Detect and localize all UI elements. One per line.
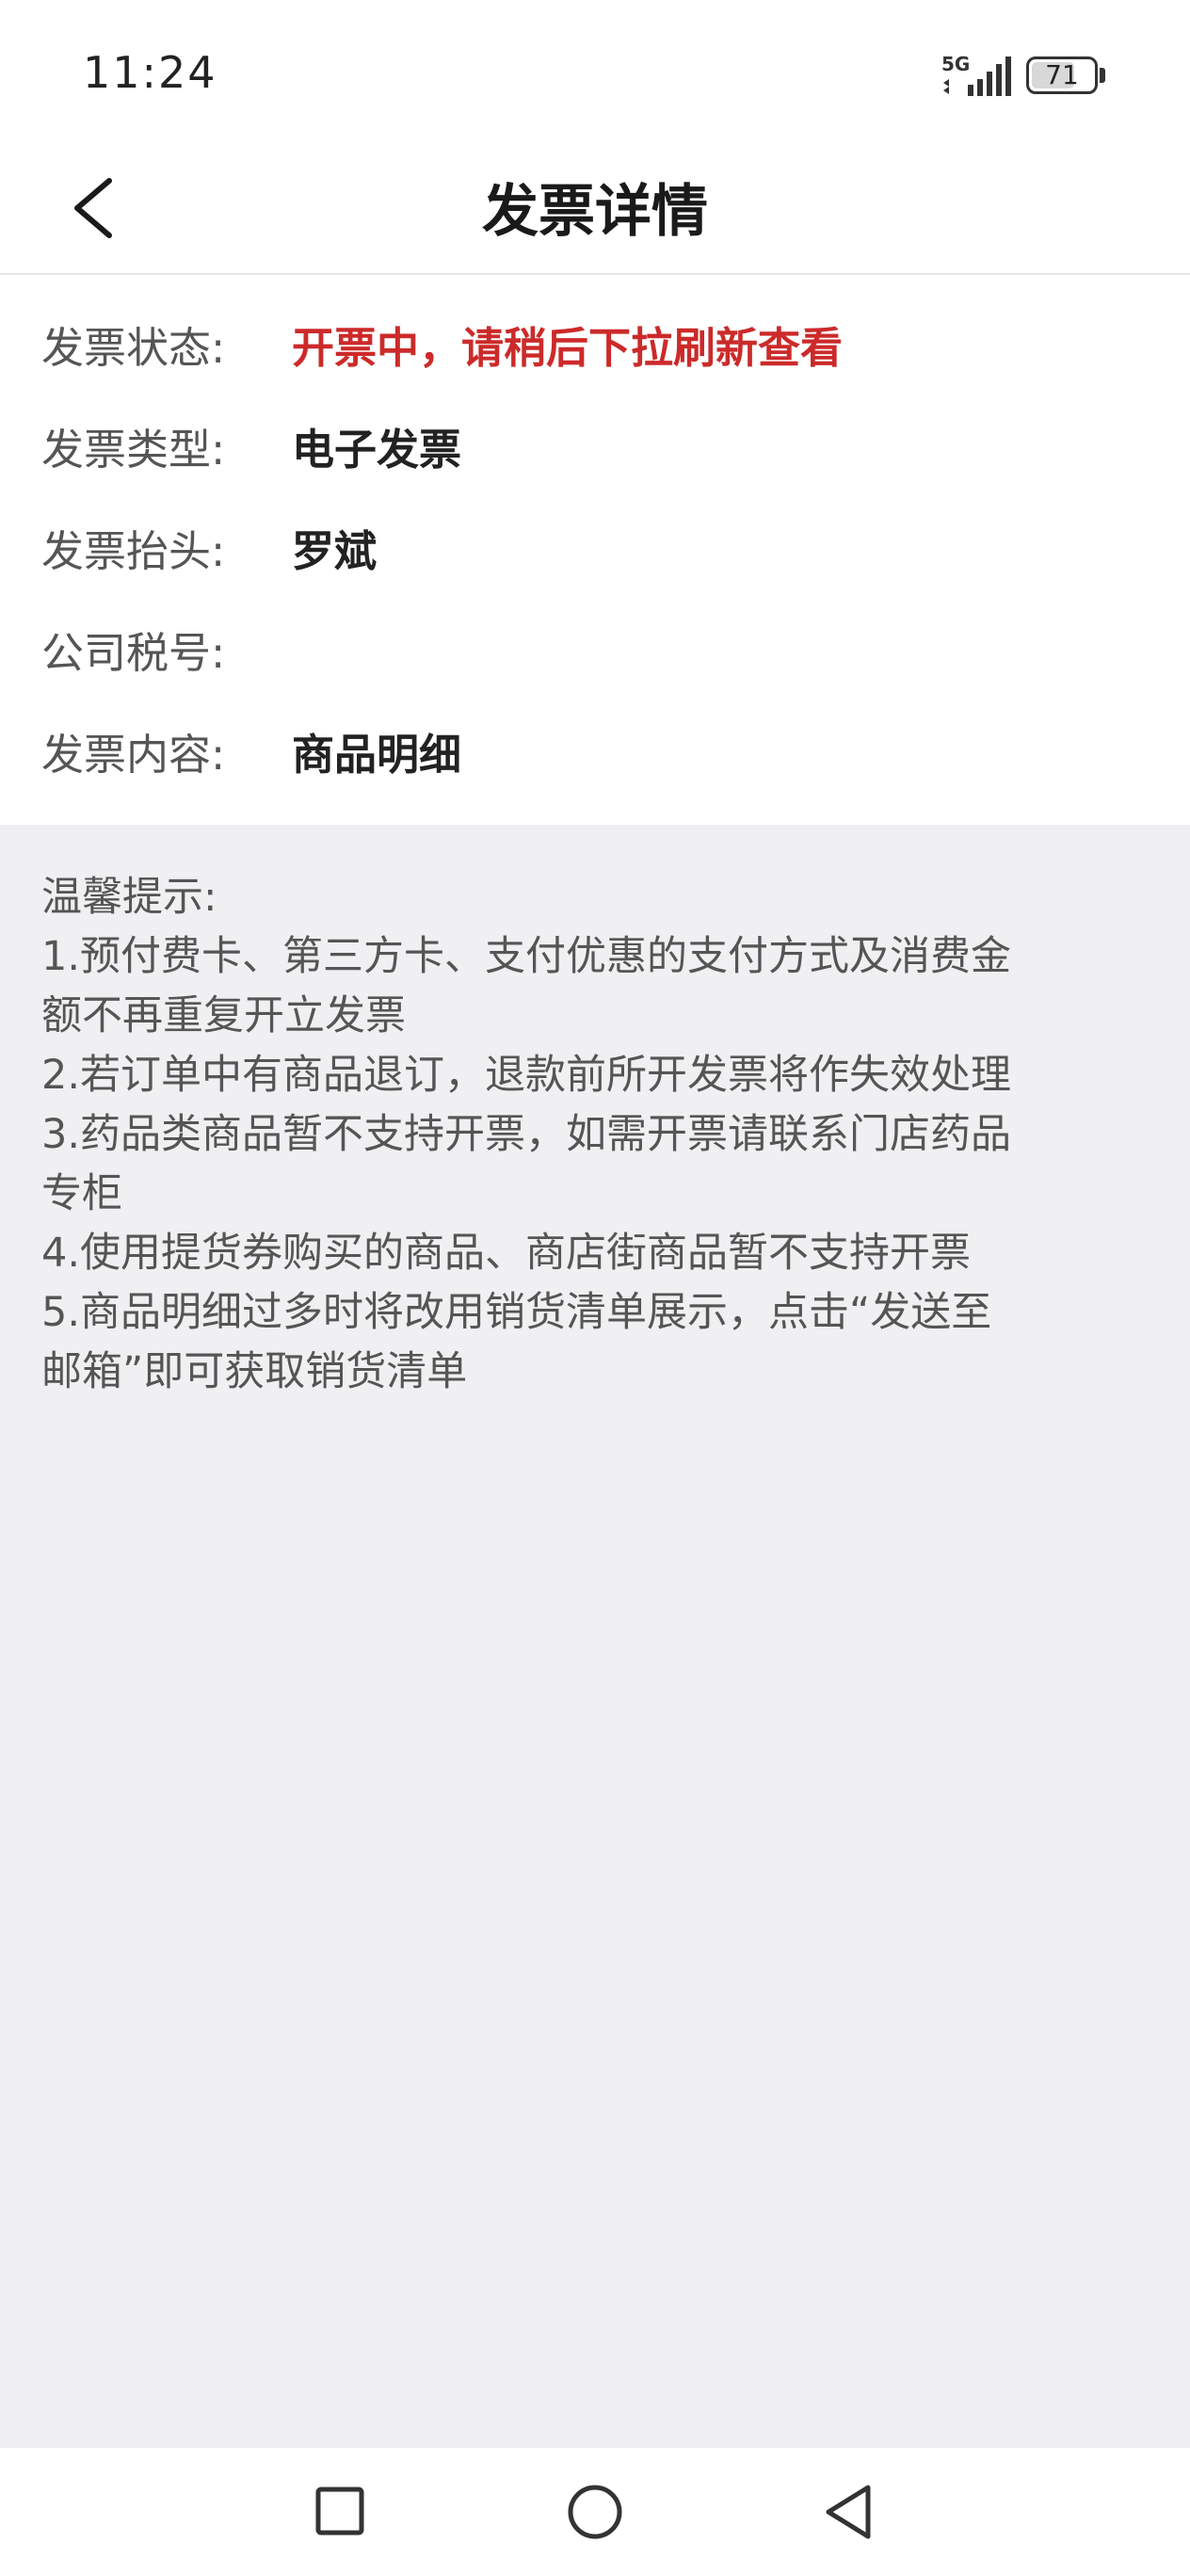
status-bar: 11:24 5G 71 [0, 0, 1190, 151]
invoice-type-row: 发票类型: 电子发票 [41, 412, 1152, 488]
tip-line: 1.预付费卡、第三方卡、支付优惠的支付方式及消费金 [41, 933, 1012, 980]
tips-title: 温馨提示: [41, 874, 217, 921]
battery-icon: 71 [1026, 56, 1098, 94]
invoice-title-label: 发票抬头: [41, 526, 226, 576]
status-time: 11:24 [83, 47, 217, 98]
invoice-info: 发票状态: 开票中，请稍后下拉刷新查看 发票类型: 电子发票 发票抬头: 罗斌 … [0, 275, 1190, 825]
signal-bars-icon [943, 56, 1011, 96]
company-tax-label: 公司税号: [41, 628, 226, 678]
square-icon [315, 2487, 364, 2536]
triangle-back-icon [826, 2485, 871, 2539]
invoice-status-value: 开票中，请稍后下拉刷新查看 [292, 323, 844, 373]
tip-line: 4.使用提货券购买的商品、商店街商品暂不支持开票 [41, 1230, 972, 1277]
invoice-status-row: 发票状态: 开票中，请稍后下拉刷新查看 [41, 311, 1152, 386]
page-title: 发票详情 [482, 179, 708, 245]
tip-line: 额不再重复开立发票 [41, 992, 406, 1039]
tip-line: 3.药品类商品暂不支持开票，如需开票请联系门店药品 [41, 1111, 1012, 1158]
tip-line: 邮箱”即可获取销货清单 [41, 1348, 468, 1395]
tip-line: 专柜 [41, 1170, 122, 1217]
signal-icon: 5G [941, 53, 1017, 98]
battery-tip [1100, 68, 1105, 83]
tip-line: 2.若订单中有商品退订，退款前所开发票将作失效处理 [41, 1052, 1012, 1099]
system-nav-bar [0, 2448, 1190, 2576]
company-tax-row: 公司税号: [41, 616, 1152, 691]
invoice-title-row: 发票抬头: 罗斌 [41, 514, 1152, 589]
invoice-content-label: 发票内容: [41, 730, 226, 780]
invoice-type-value: 电子发票 [292, 425, 462, 475]
recents-button[interactable] [305, 2476, 377, 2548]
invoice-type-label: 发票类型: [41, 425, 226, 475]
system-back-button[interactable] [813, 2476, 885, 2548]
tips-section: 温馨提示: 1.预付费卡、第三方卡、支付优惠的支付方式及消费金 额不再重复开立发… [41, 868, 1152, 1402]
battery-level: 71 [1045, 59, 1079, 90]
invoice-title-value: 罗斌 [292, 526, 378, 576]
home-button[interactable] [559, 2476, 631, 2548]
invoice-status-label: 发票状态: [41, 323, 226, 373]
circle-icon [568, 2485, 622, 2539]
nav-header: 发票详情 [0, 151, 1190, 275]
tip-line: 5.商品明细过多时将改用销货清单展示，点击“发送至 [41, 1289, 992, 1336]
invoice-content-value: 商品明细 [292, 730, 462, 780]
invoice-content-row: 发票内容: 商品明细 [41, 717, 1152, 793]
